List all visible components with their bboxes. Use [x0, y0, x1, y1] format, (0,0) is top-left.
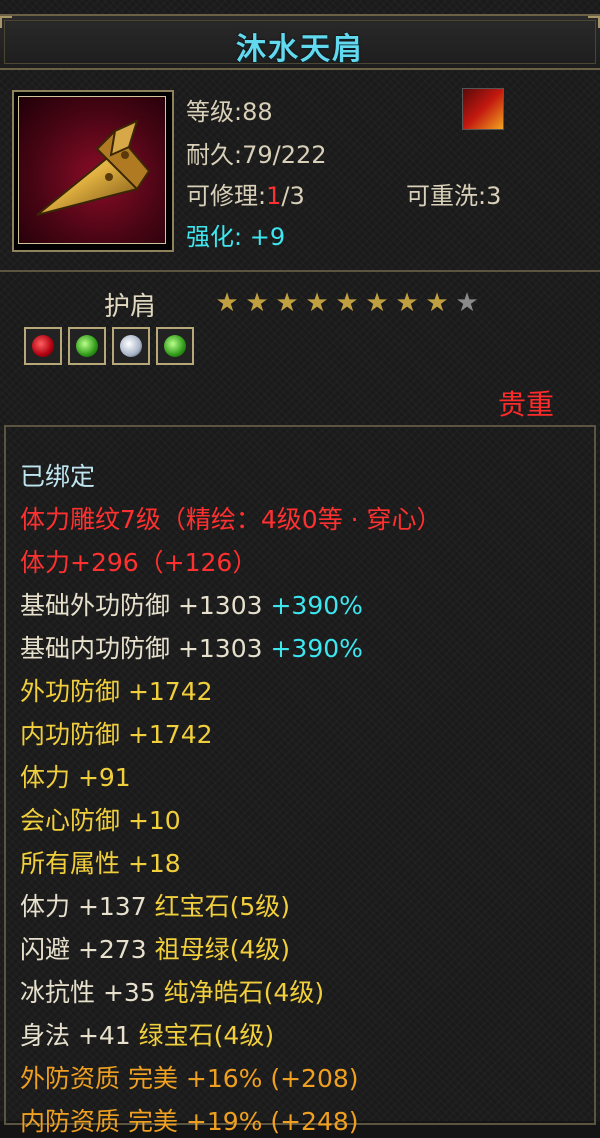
- attribute-text: 内功防御 +1742: [20, 720, 213, 749]
- attribute-line: 内功防御 +1742: [20, 715, 213, 751]
- attribute-text: 祖母绿(4级): [154, 935, 290, 964]
- attribute-text: 内防资质 完美 +19% (+248): [20, 1107, 359, 1136]
- attribute-line: 内防资质 完美 +19% (+248): [20, 1102, 359, 1138]
- attribute-line: 外防资质 完美 +16% (+208): [20, 1059, 359, 1095]
- attribute-text: 体力雕纹7级（精绘：4级0等 · 穿心）: [20, 505, 442, 534]
- attribute-text: 身法 +41: [20, 1021, 139, 1050]
- attribute-text: 所有属性 +18: [20, 849, 181, 878]
- attribute-text: 体力 +91: [20, 763, 131, 792]
- gem-socket[interactable]: [112, 327, 150, 365]
- attribute-line: 闪避 +273 祖母绿(4级): [20, 930, 290, 966]
- attribute-text: 纯净皓石(4级): [163, 978, 325, 1007]
- white-gem-icon: [120, 335, 142, 357]
- shoulder-armor-icon: [18, 96, 166, 244]
- attribute-text: 体力 +137: [20, 892, 155, 921]
- attribute-text: 基础内功防御 +1303: [20, 634, 271, 663]
- attribute-text: 体力+296（+126）: [20, 548, 258, 577]
- attribute-text: 红宝石(5级): [154, 892, 290, 921]
- repair-label: 可修理:: [186, 182, 267, 210]
- attribute-line: 体力+296（+126）: [20, 543, 257, 579]
- attribute-list: 已绑定体力雕纹7级（精绘：4级0等 · 穿心） 体力+296（+126） 基础外功防…: [4, 425, 596, 1136]
- star-filled-icon: ★: [305, 288, 329, 318]
- item-slot-type: 护肩: [104, 292, 157, 322]
- attribute-line: 冰抗性 +35 纯净皓石(4级): [20, 973, 324, 1009]
- repair-current: 1: [266, 182, 282, 210]
- flame-phoenix-badge-icon[interactable]: [462, 88, 504, 130]
- item-title: 沐水天肩: [236, 32, 364, 67]
- attribute-text: 已绑定: [20, 462, 96, 491]
- item-enhance-level: 强化: +9: [186, 223, 286, 251]
- gem-socket[interactable]: [156, 327, 194, 365]
- attribute-line: 所有属性 +18: [20, 844, 181, 880]
- attribute-text: 闪避 +273: [20, 935, 155, 964]
- attribute-text: 会心防御 +10: [20, 806, 181, 835]
- attribute-line: 体力雕纹7级（精绘：4级0等 · 穿心）: [20, 500, 442, 536]
- star-filled-icon: ★: [425, 288, 449, 318]
- rarity-label: 贵重: [497, 388, 554, 421]
- attribute-text: +390%: [270, 591, 363, 620]
- green-gem-icon: [76, 335, 98, 357]
- star-filled-icon: ★: [245, 288, 269, 318]
- attribute-line: 外功防御 +1742: [20, 672, 213, 708]
- star-filled-icon: ★: [335, 288, 359, 318]
- item-tooltip-panel: 沐水天肩 等级:88 耐久:79/222 可修理:1/3 可重洗:3 强化: +…: [0, 0, 600, 1136]
- attribute-text: +390%: [270, 634, 363, 663]
- attribute-line: 身法 +41 绿宝石(4级): [20, 1016, 274, 1052]
- item-header: 等级:88 耐久:79/222 可修理:1/3 可重洗:3 强化: +9: [0, 72, 600, 272]
- attribute-line: 体力 +91: [20, 758, 131, 794]
- item-level: 等级:88: [186, 98, 273, 126]
- star-filled-icon: ★: [275, 288, 299, 318]
- item-type-section: 护肩 ★ ★ ★ ★ ★ ★ ★ ★ ★ 贵重: [0, 275, 600, 423]
- attribute-text: 外功防御 +1742: [20, 677, 213, 706]
- attribute-line: 基础内功防御 +1303 +390%: [20, 629, 363, 665]
- title-bar: 沐水天肩: [0, 14, 600, 70]
- red-gem-icon: [32, 335, 54, 357]
- attribute-line: 会心防御 +10: [20, 801, 181, 837]
- attribute-line: 已绑定: [20, 457, 95, 493]
- gem-socket[interactable]: [68, 327, 106, 365]
- item-rewash-count: 可重洗:3: [406, 182, 502, 210]
- gem-socket[interactable]: [24, 327, 62, 365]
- attribute-text: 外防资质 完美 +16% (+208): [20, 1064, 359, 1093]
- gem-sockets: [24, 327, 200, 369]
- attribute-line: 基础外功防御 +1303 +390%: [20, 586, 363, 622]
- attribute-text: 基础外功防御 +1303: [20, 591, 271, 620]
- repair-total: /3: [281, 182, 305, 210]
- green-gem-icon: [164, 335, 186, 357]
- attribute-text: 绿宝石(4级): [138, 1021, 275, 1050]
- item-durability: 耐久:79/222: [186, 141, 327, 169]
- item-repair-count: 可修理:1/3: [186, 176, 305, 211]
- attribute-line: 体力 +137 红宝石(5级): [20, 887, 290, 923]
- star-filled-icon: ★: [365, 288, 389, 318]
- star-rating: ★ ★ ★ ★ ★ ★ ★ ★ ★: [212, 288, 482, 318]
- attribute-text: 冰抗性 +35: [20, 978, 164, 1007]
- star-empty-icon: ★: [455, 288, 479, 318]
- star-filled-icon: ★: [395, 288, 419, 318]
- star-filled-icon: ★: [215, 288, 239, 318]
